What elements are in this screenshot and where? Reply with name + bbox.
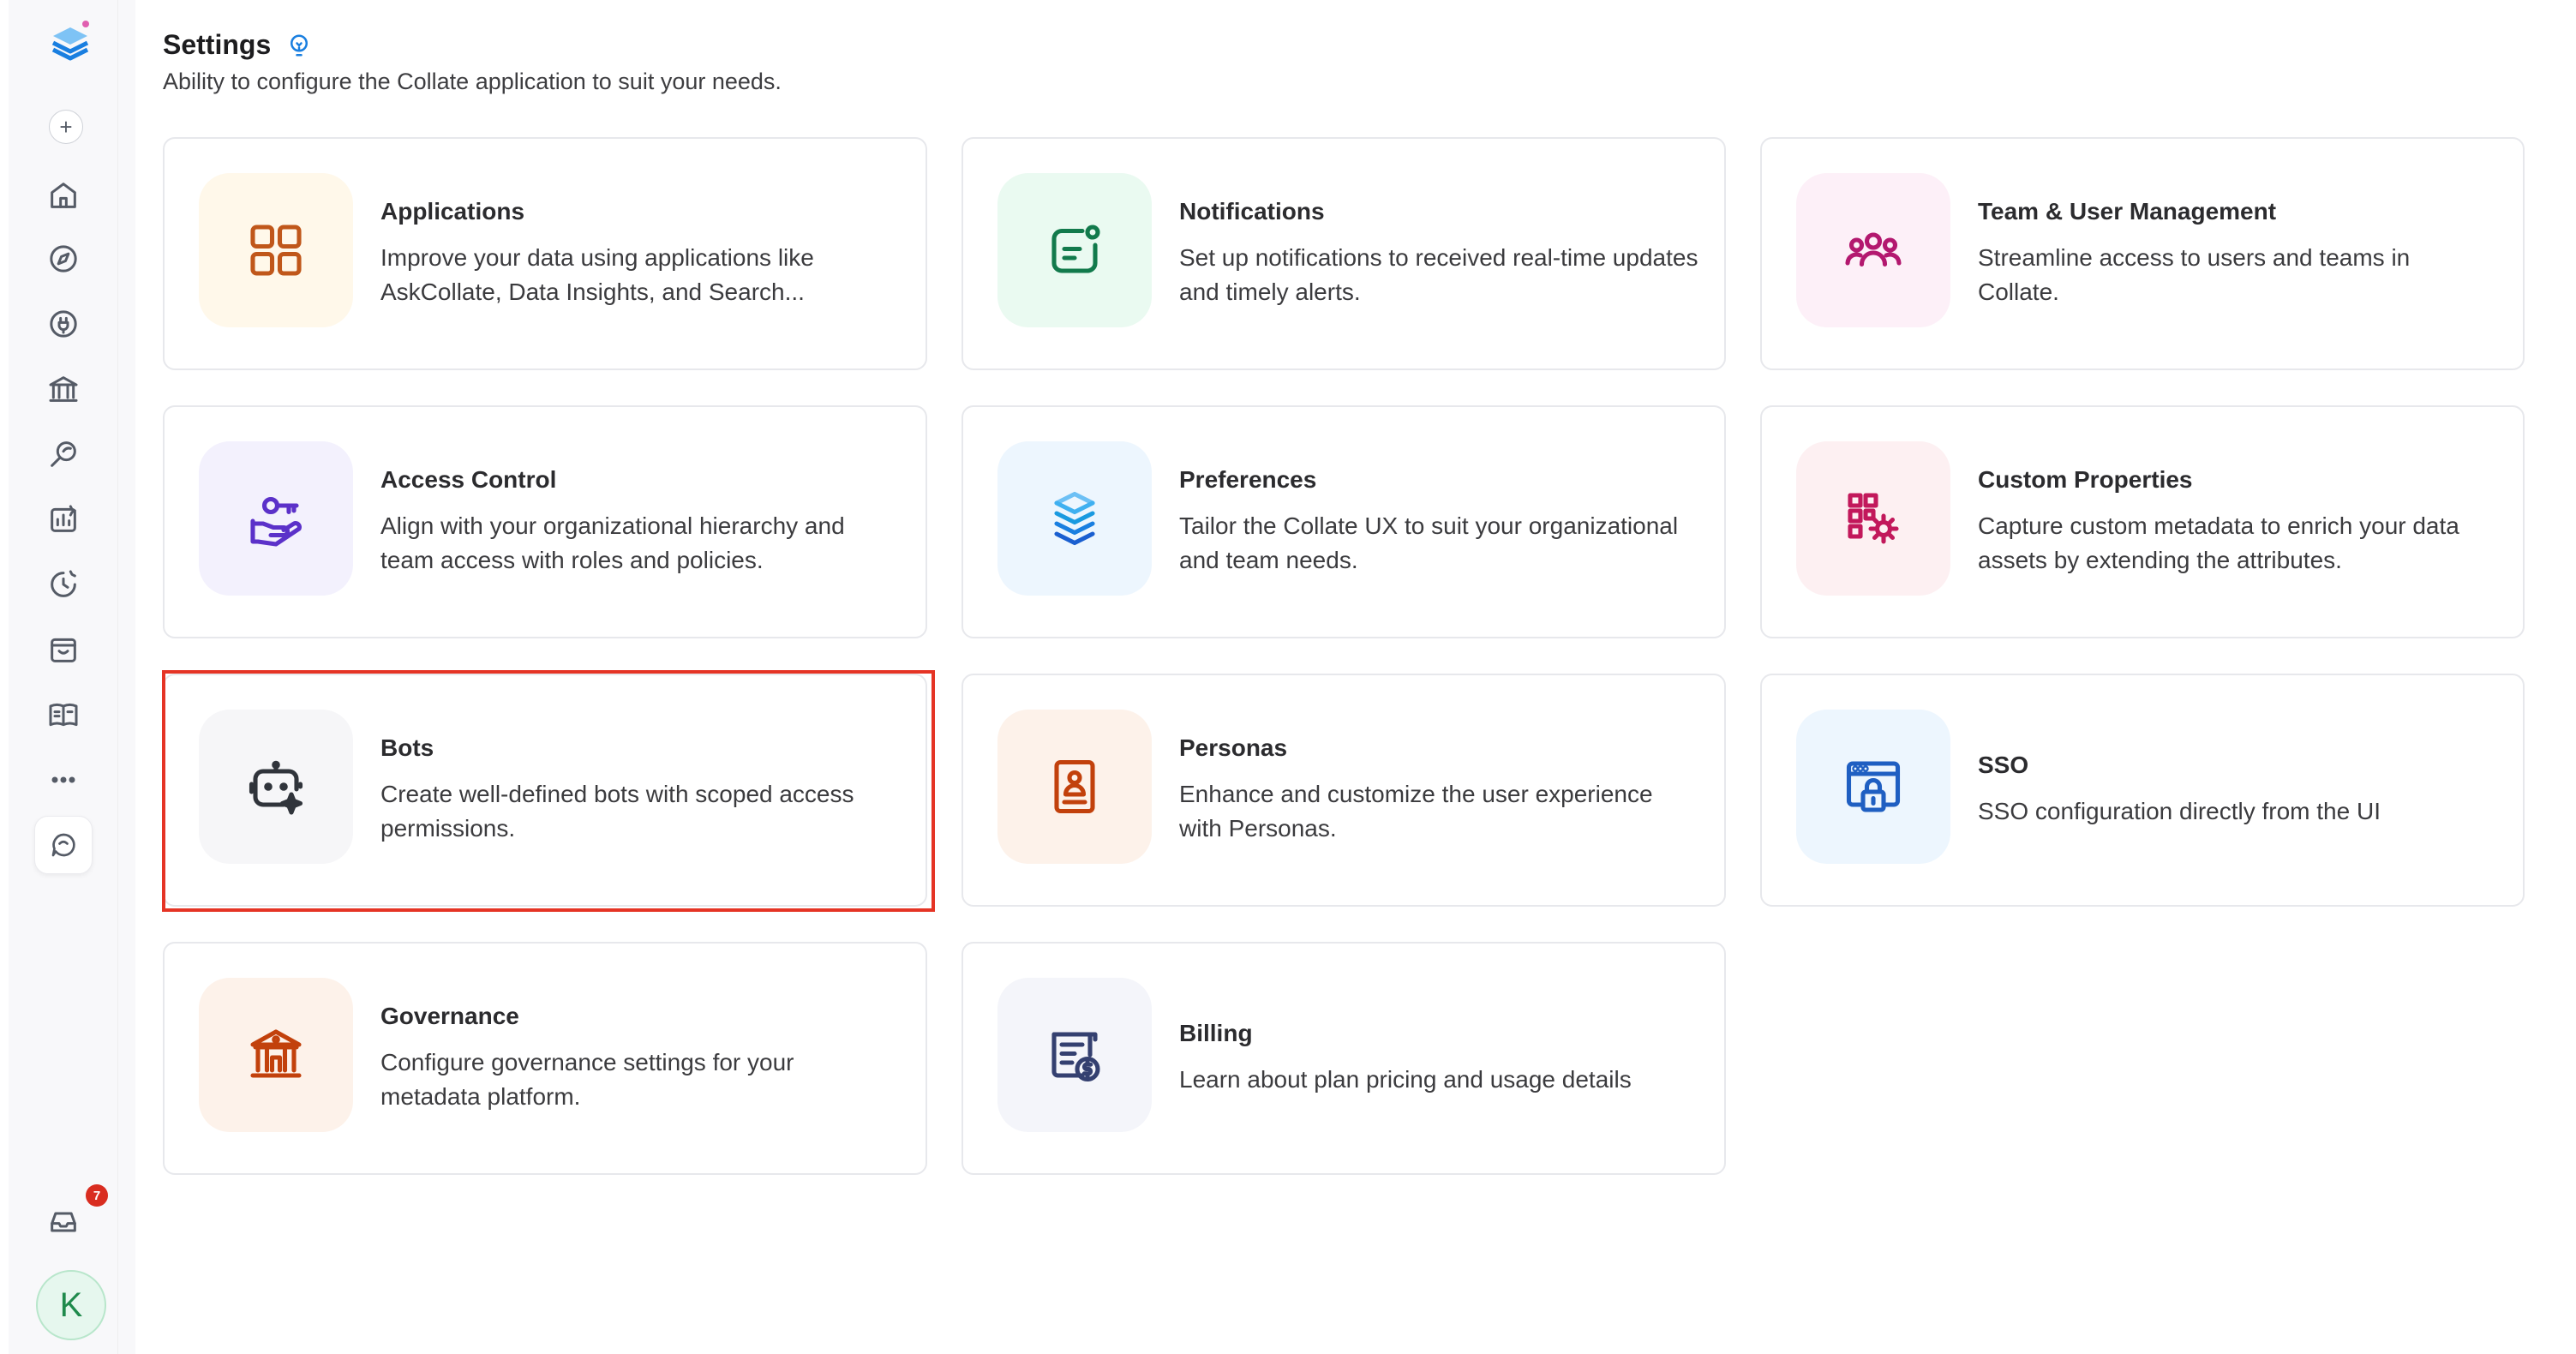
governance-icon — [199, 978, 353, 1132]
settings-card-bots[interactable]: Bots Create well-defined bots with scope… — [163, 674, 927, 907]
card-description: Enhance and customize the user experienc… — [1179, 781, 1653, 842]
card-description: Create well-defined bots with scoped acc… — [380, 781, 854, 842]
collate-logo-icon[interactable] — [46, 17, 94, 65]
chat-icon[interactable] — [34, 816, 93, 874]
card-description: Configure governance settings for your m… — [380, 1049, 794, 1110]
card-title: Preferences — [1179, 466, 1317, 493]
chart-icon[interactable] — [29, 494, 98, 545]
settings-card-preferences[interactable]: Preferences Tailor the Collate UX to sui… — [962, 405, 1726, 638]
card-title: Personas — [1179, 734, 1288, 761]
card-description: Streamline access to users and teams in … — [1978, 244, 2411, 305]
lightbulb-icon[interactable] — [286, 33, 312, 58]
notification-badge: 7 — [86, 1184, 108, 1207]
grid-gear-icon — [1796, 441, 1950, 596]
inbox-icon[interactable] — [29, 1196, 98, 1248]
settings-card-governance[interactable]: Governance Configure governance settings… — [163, 942, 927, 1175]
card-description: Align with your organizational hierarchy… — [380, 512, 845, 573]
card-description: Learn about plan pricing and usage detai… — [1179, 1066, 1632, 1093]
more-icon[interactable] — [29, 754, 98, 806]
add-button[interactable]: + — [49, 110, 83, 144]
settings-card-billing[interactable]: Billing Learn about plan pricing and usa… — [962, 942, 1726, 1175]
team-icon — [1796, 173, 1950, 327]
card-title: Team & User Management — [1978, 198, 2277, 225]
persona-icon — [997, 710, 1152, 864]
settings-card-team-user-management[interactable]: Team & User Management Streamline access… — [1760, 137, 2525, 370]
card-title: Governance — [380, 1003, 519, 1029]
compass-icon[interactable] — [29, 233, 98, 285]
card-description: Improve your data using applications lik… — [380, 244, 814, 305]
home-icon[interactable] — [29, 170, 98, 221]
settings-card-custom-properties[interactable]: Custom Properties Capture custom metadat… — [1760, 405, 2525, 638]
layers-icon — [997, 441, 1152, 596]
settings-card-notifications[interactable]: Notifications Set up notifications to re… — [962, 137, 1726, 370]
page-header: Settings — [163, 29, 312, 61]
card-title: Notifications — [1179, 198, 1325, 225]
card-title: SSO — [1978, 752, 2029, 778]
card-title: Billing — [1179, 1020, 1253, 1046]
book-icon[interactable] — [29, 689, 98, 740]
bank-icon[interactable] — [29, 363, 98, 415]
plug-icon[interactable] — [29, 298, 98, 350]
card-description: Set up notifications to received real-ti… — [1179, 244, 1698, 305]
store-icon[interactable] — [29, 624, 98, 675]
settings-card-personas[interactable]: Personas Enhance and customize the user … — [962, 674, 1726, 907]
search-leaf-icon[interactable] — [29, 428, 98, 480]
card-title: Access Control — [380, 466, 557, 493]
card-description: SSO configuration directly from the UI — [1978, 798, 2381, 824]
notification-icon — [997, 173, 1152, 327]
key-hand-icon — [199, 441, 353, 596]
card-description: Tailor the Collate UX to suit your organ… — [1179, 512, 1679, 573]
sidebar-divider — [118, 0, 135, 1354]
sidebar: + 7 K — [9, 0, 118, 1354]
billing-icon — [997, 978, 1152, 1132]
card-title: Bots — [380, 734, 434, 761]
bot-icon — [199, 710, 353, 864]
avatar[interactable]: K — [36, 1270, 106, 1340]
apps-grid-icon — [199, 173, 353, 327]
card-description: Capture custom metadata to enrich your d… — [1978, 512, 2459, 573]
page-subtitle: Ability to configure the Collate applica… — [163, 69, 782, 94]
settings-card-applications[interactable]: Applications Improve your data using app… — [163, 137, 927, 370]
settings-card-access-control[interactable]: Access Control Align with your organizat… — [163, 405, 927, 638]
page-title: Settings — [163, 29, 272, 60]
card-title: Applications — [380, 198, 525, 225]
sso-lock-icon — [1796, 710, 1950, 864]
settings-card-sso[interactable]: SSO SSO configuration directly from the … — [1760, 674, 2525, 907]
clock-icon[interactable] — [29, 559, 98, 610]
card-title: Custom Properties — [1978, 466, 2193, 493]
